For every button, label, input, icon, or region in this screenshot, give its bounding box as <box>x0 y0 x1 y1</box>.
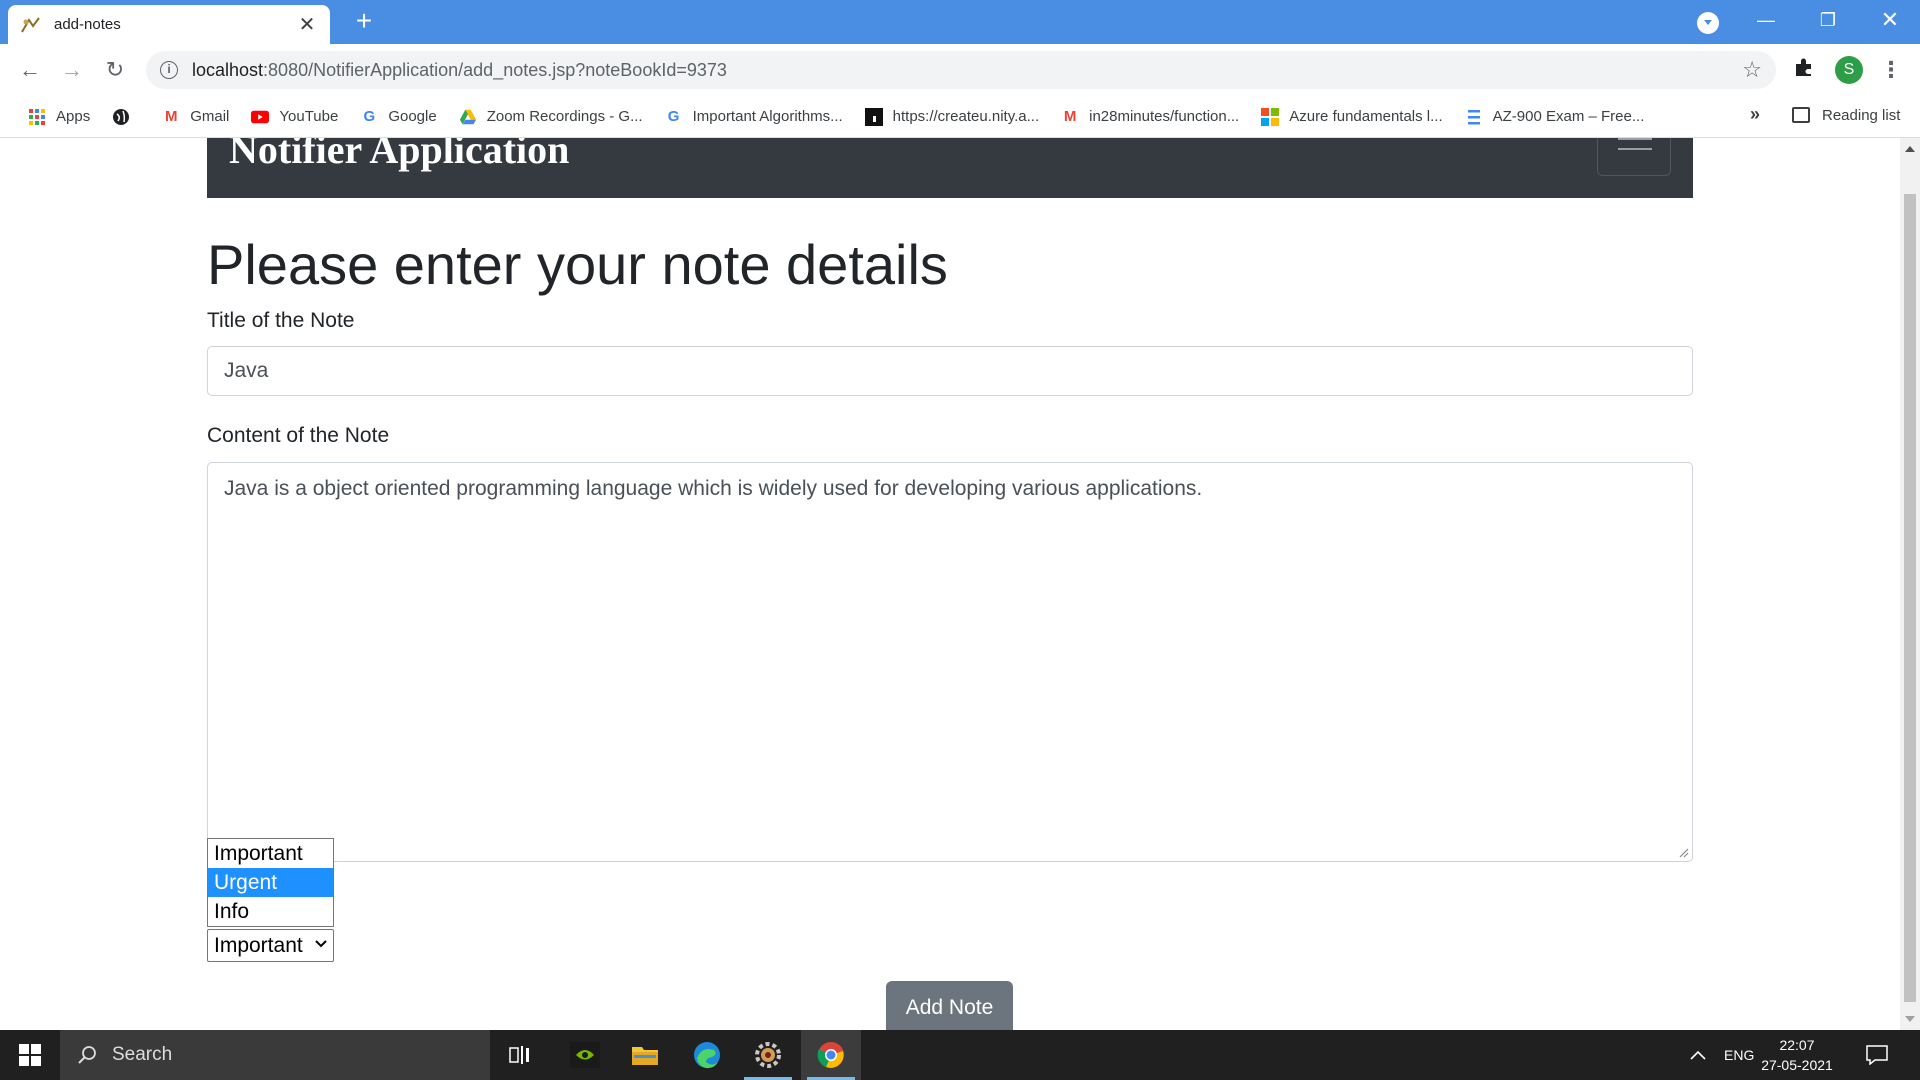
resize-grip-icon[interactable] <box>1677 846 1689 858</box>
new-tab-button[interactable]: + <box>348 6 380 38</box>
tab-close-icon[interactable]: ✕ <box>296 12 318 37</box>
clock-date: 27-05-2021 <box>1761 1057 1833 1073</box>
bookmark-youtube[interactable]: YouTube <box>243 102 346 132</box>
browser-toolbar: ← → ↻ i localhost:8080/NotifierApplicati… <box>0 44 1920 96</box>
address-bar[interactable]: i localhost:8080/NotifierApplication/add… <box>146 51 1776 89</box>
tab-add-notes[interactable]: add-notes ✕ <box>8 5 330 44</box>
bookmarks-bar: Apps M Gmail YouTube G Google Zoom Recor… <box>0 96 1920 138</box>
bookmark-google[interactable]: G Google <box>352 102 444 132</box>
bookmark-label: https://createu.nity.a... <box>892 108 1040 125</box>
url-path: :8080/NotifierApplication/add_notes.jsp?… <box>263 59 727 80</box>
priority-dropdown-list: Important Urgent Info <box>207 838 334 927</box>
note-title-label: Title of the Note <box>207 309 355 332</box>
settings-gear-icon[interactable] <box>738 1030 798 1080</box>
search-icon <box>78 1046 96 1064</box>
bookmark-label: Apps <box>56 108 91 125</box>
dropdown-option-urgent[interactable]: Urgent <box>208 868 333 897</box>
nvidia-icon[interactable] <box>555 1030 615 1080</box>
note-content-text: Java is a object oriented programming la… <box>224 477 1203 500</box>
windows-taskbar: Search ENG 22:07 27-05-2021 <box>0 1030 1920 1080</box>
bookmark-label: Gmail <box>190 108 230 125</box>
bookmark-label: Azure fundamentals l... <box>1289 108 1443 125</box>
bookmark-label: Google <box>388 108 437 125</box>
tab-search-icon[interactable] <box>1697 12 1719 34</box>
note-content-label: Content of the Note <box>207 424 390 447</box>
bookmark-label: Important Algorithms... <box>692 108 843 125</box>
reading-list-label: Reading list <box>1822 106 1901 124</box>
page-title: Please enter your note details <box>207 233 948 296</box>
profile-avatar[interactable]: S <box>1835 56 1863 84</box>
bookmark-in28minutes[interactable]: M in28minutes/function... <box>1053 102 1247 132</box>
bookmark-gmail[interactable]: M Gmail <box>154 102 237 132</box>
bookmark-important-algorithms[interactable]: G Important Algorithms... <box>657 102 851 132</box>
minimize-icon[interactable]: — <box>1736 0 1796 40</box>
apps-grid-icon <box>28 108 46 126</box>
gmail-icon: M <box>164 108 178 125</box>
drive-icon <box>459 108 477 126</box>
page-favicon-icon <box>20 15 42 35</box>
note-content-textarea[interactable]: Java is a object oriented programming la… <box>207 462 1693 862</box>
doc-icon <box>1465 108 1483 126</box>
bookmark-zoom-recordings[interactable]: Zoom Recordings - G... <box>451 102 651 132</box>
page-viewport: Notifier Application Please enter your n… <box>0 138 1900 1030</box>
site-icon <box>864 107 883 126</box>
windows-start-icon[interactable] <box>0 1030 60 1080</box>
taskbar-clock[interactable]: 22:07 27-05-2021 <box>1752 1035 1842 1075</box>
tray-overflow-icon[interactable] <box>1690 1030 1706 1080</box>
note-title-input[interactable]: Java <box>207 346 1693 396</box>
taskbar-search-box[interactable]: Search <box>60 1030 490 1080</box>
extensions-puzzle-icon[interactable] <box>1793 56 1815 78</box>
google-icon: G <box>667 108 680 125</box>
navbar-toggler-icon[interactable] <box>1597 138 1671 176</box>
notifications-icon[interactable] <box>1866 1030 1888 1080</box>
scrollbar-thumb[interactable] <box>1904 194 1916 1002</box>
dropdown-option-important[interactable]: Important <box>208 839 333 868</box>
globe-icon <box>112 108 130 126</box>
bookmark-label: AZ-900 Exam – Free... <box>1492 108 1645 125</box>
bookmarks-overflow-icon[interactable]: » <box>1750 104 1760 125</box>
scroll-up-icon[interactable] <box>1905 146 1915 152</box>
bookmark-createunity[interactable]: https://createu.nity.a... <box>857 102 1047 132</box>
add-note-button[interactable]: Add Note <box>886 981 1013 1030</box>
gmail-icon: M <box>1063 108 1077 125</box>
close-window-icon[interactable]: ✕ <box>1860 0 1920 40</box>
priority-select[interactable]: Important <box>207 929 334 962</box>
scroll-down-icon[interactable] <box>1905 1016 1915 1022</box>
chevron-down-icon <box>315 930 327 971</box>
site-info-icon[interactable]: i <box>160 61 178 79</box>
browser-menu-icon[interactable]: ⋮ <box>1880 56 1902 84</box>
taskbar-search-placeholder: Search <box>112 1044 173 1065</box>
bookmark-label: Zoom Recordings - G... <box>486 108 643 125</box>
priority-select-value: Important <box>214 934 303 957</box>
bookmark-label: in28minutes/function... <box>1089 108 1240 125</box>
tab-title: add-notes <box>54 16 121 33</box>
bookmark-globe[interactable] <box>104 102 148 132</box>
bookmark-apps[interactable]: Apps <box>20 102 98 132</box>
tab-strip: add-notes ✕ + — ❐ ✕ <box>0 0 1920 44</box>
bookmark-star-icon[interactable]: ☆ <box>1742 57 1762 83</box>
edge-browser-icon[interactable] <box>677 1030 737 1080</box>
reading-list-button[interactable]: Reading list <box>1792 100 1900 130</box>
forward-icon[interactable]: → <box>56 54 88 86</box>
page-scrollbar[interactable] <box>1900 138 1920 1030</box>
clock-time: 22:07 <box>1779 1037 1815 1053</box>
youtube-icon <box>251 108 270 126</box>
task-view-icon[interactable] <box>490 1030 550 1080</box>
file-explorer-icon[interactable] <box>615 1030 675 1080</box>
chrome-icon[interactable] <box>801 1030 861 1080</box>
language-indicator[interactable]: ENG <box>1724 1030 1754 1080</box>
bookmark-label: YouTube <box>279 108 339 125</box>
app-brand[interactable]: Notifier Application <box>229 138 569 173</box>
reading-list-icon <box>1792 107 1810 123</box>
bookmark-azure-fundamentals[interactable]: Azure fundamentals l... <box>1253 102 1450 132</box>
app-navbar: Notifier Application <box>207 138 1693 198</box>
google-icon: G <box>363 108 376 125</box>
reload-icon[interactable]: ↻ <box>99 54 131 86</box>
microsoft-icon <box>1261 107 1280 126</box>
restore-icon[interactable]: ❐ <box>1798 0 1858 40</box>
back-icon[interactable]: ← <box>14 54 46 86</box>
bookmark-az900[interactable]: AZ-900 Exam – Free... <box>1457 102 1653 132</box>
dropdown-option-info[interactable]: Info <box>208 897 333 926</box>
url-host: localhost <box>192 59 264 80</box>
